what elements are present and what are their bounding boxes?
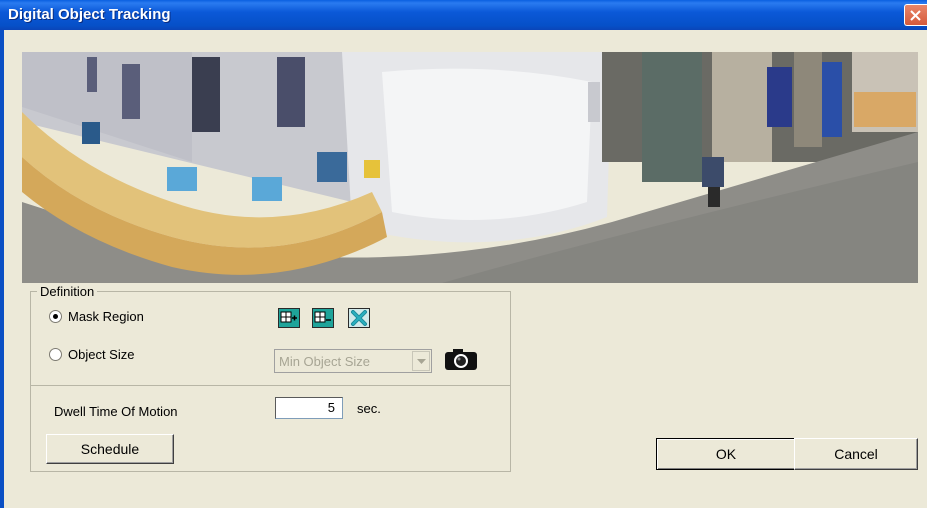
cancel-button[interactable]: Cancel [794, 438, 918, 470]
panorama-view[interactable] [22, 52, 918, 283]
object-size-radio-button[interactable] [49, 348, 62, 361]
ok-button[interactable]: OK [656, 438, 796, 470]
definition-legend: Definition [37, 284, 98, 299]
close-icon [910, 10, 921, 21]
add-region-icon [280, 311, 297, 323]
definition-divider [31, 385, 510, 386]
object-size-radio[interactable]: Object Size [49, 347, 134, 362]
dwell-time-input[interactable]: 5 [275, 397, 343, 419]
object-size-select[interactable]: Min Object Size [274, 349, 432, 373]
mask-region-radio-button[interactable] [49, 310, 62, 323]
object-size-label: Object Size [68, 347, 135, 362]
dwell-time-unit: sec. [357, 401, 381, 416]
add-region-button[interactable] [278, 308, 300, 328]
panorama-camera-image [22, 52, 918, 283]
camera-icon [445, 349, 477, 370]
close-button[interactable] [904, 4, 927, 26]
dropdown-button[interactable] [412, 351, 430, 371]
dwell-time-label: Dwell Time Of Motion [54, 404, 178, 419]
dialog-window: Digital Object Tracking Definition Mask … [0, 0, 927, 508]
title-bar[interactable]: Digital Object Tracking [0, 0, 927, 30]
clear-region-button[interactable] [348, 308, 370, 328]
remove-region-button[interactable] [312, 308, 334, 328]
snapshot-button[interactable] [443, 347, 479, 371]
clear-region-icon [351, 310, 367, 326]
remove-region-icon [314, 311, 331, 323]
window-frame [0, 30, 4, 508]
mask-region-label: Mask Region [68, 309, 144, 324]
mask-region-radio[interactable]: Mask Region [49, 309, 144, 324]
schedule-button[interactable]: Schedule [46, 434, 174, 464]
object-size-select-value: Min Object Size [279, 354, 371, 369]
window-title: Digital Object Tracking [8, 6, 171, 23]
chevron-down-icon [417, 359, 426, 364]
